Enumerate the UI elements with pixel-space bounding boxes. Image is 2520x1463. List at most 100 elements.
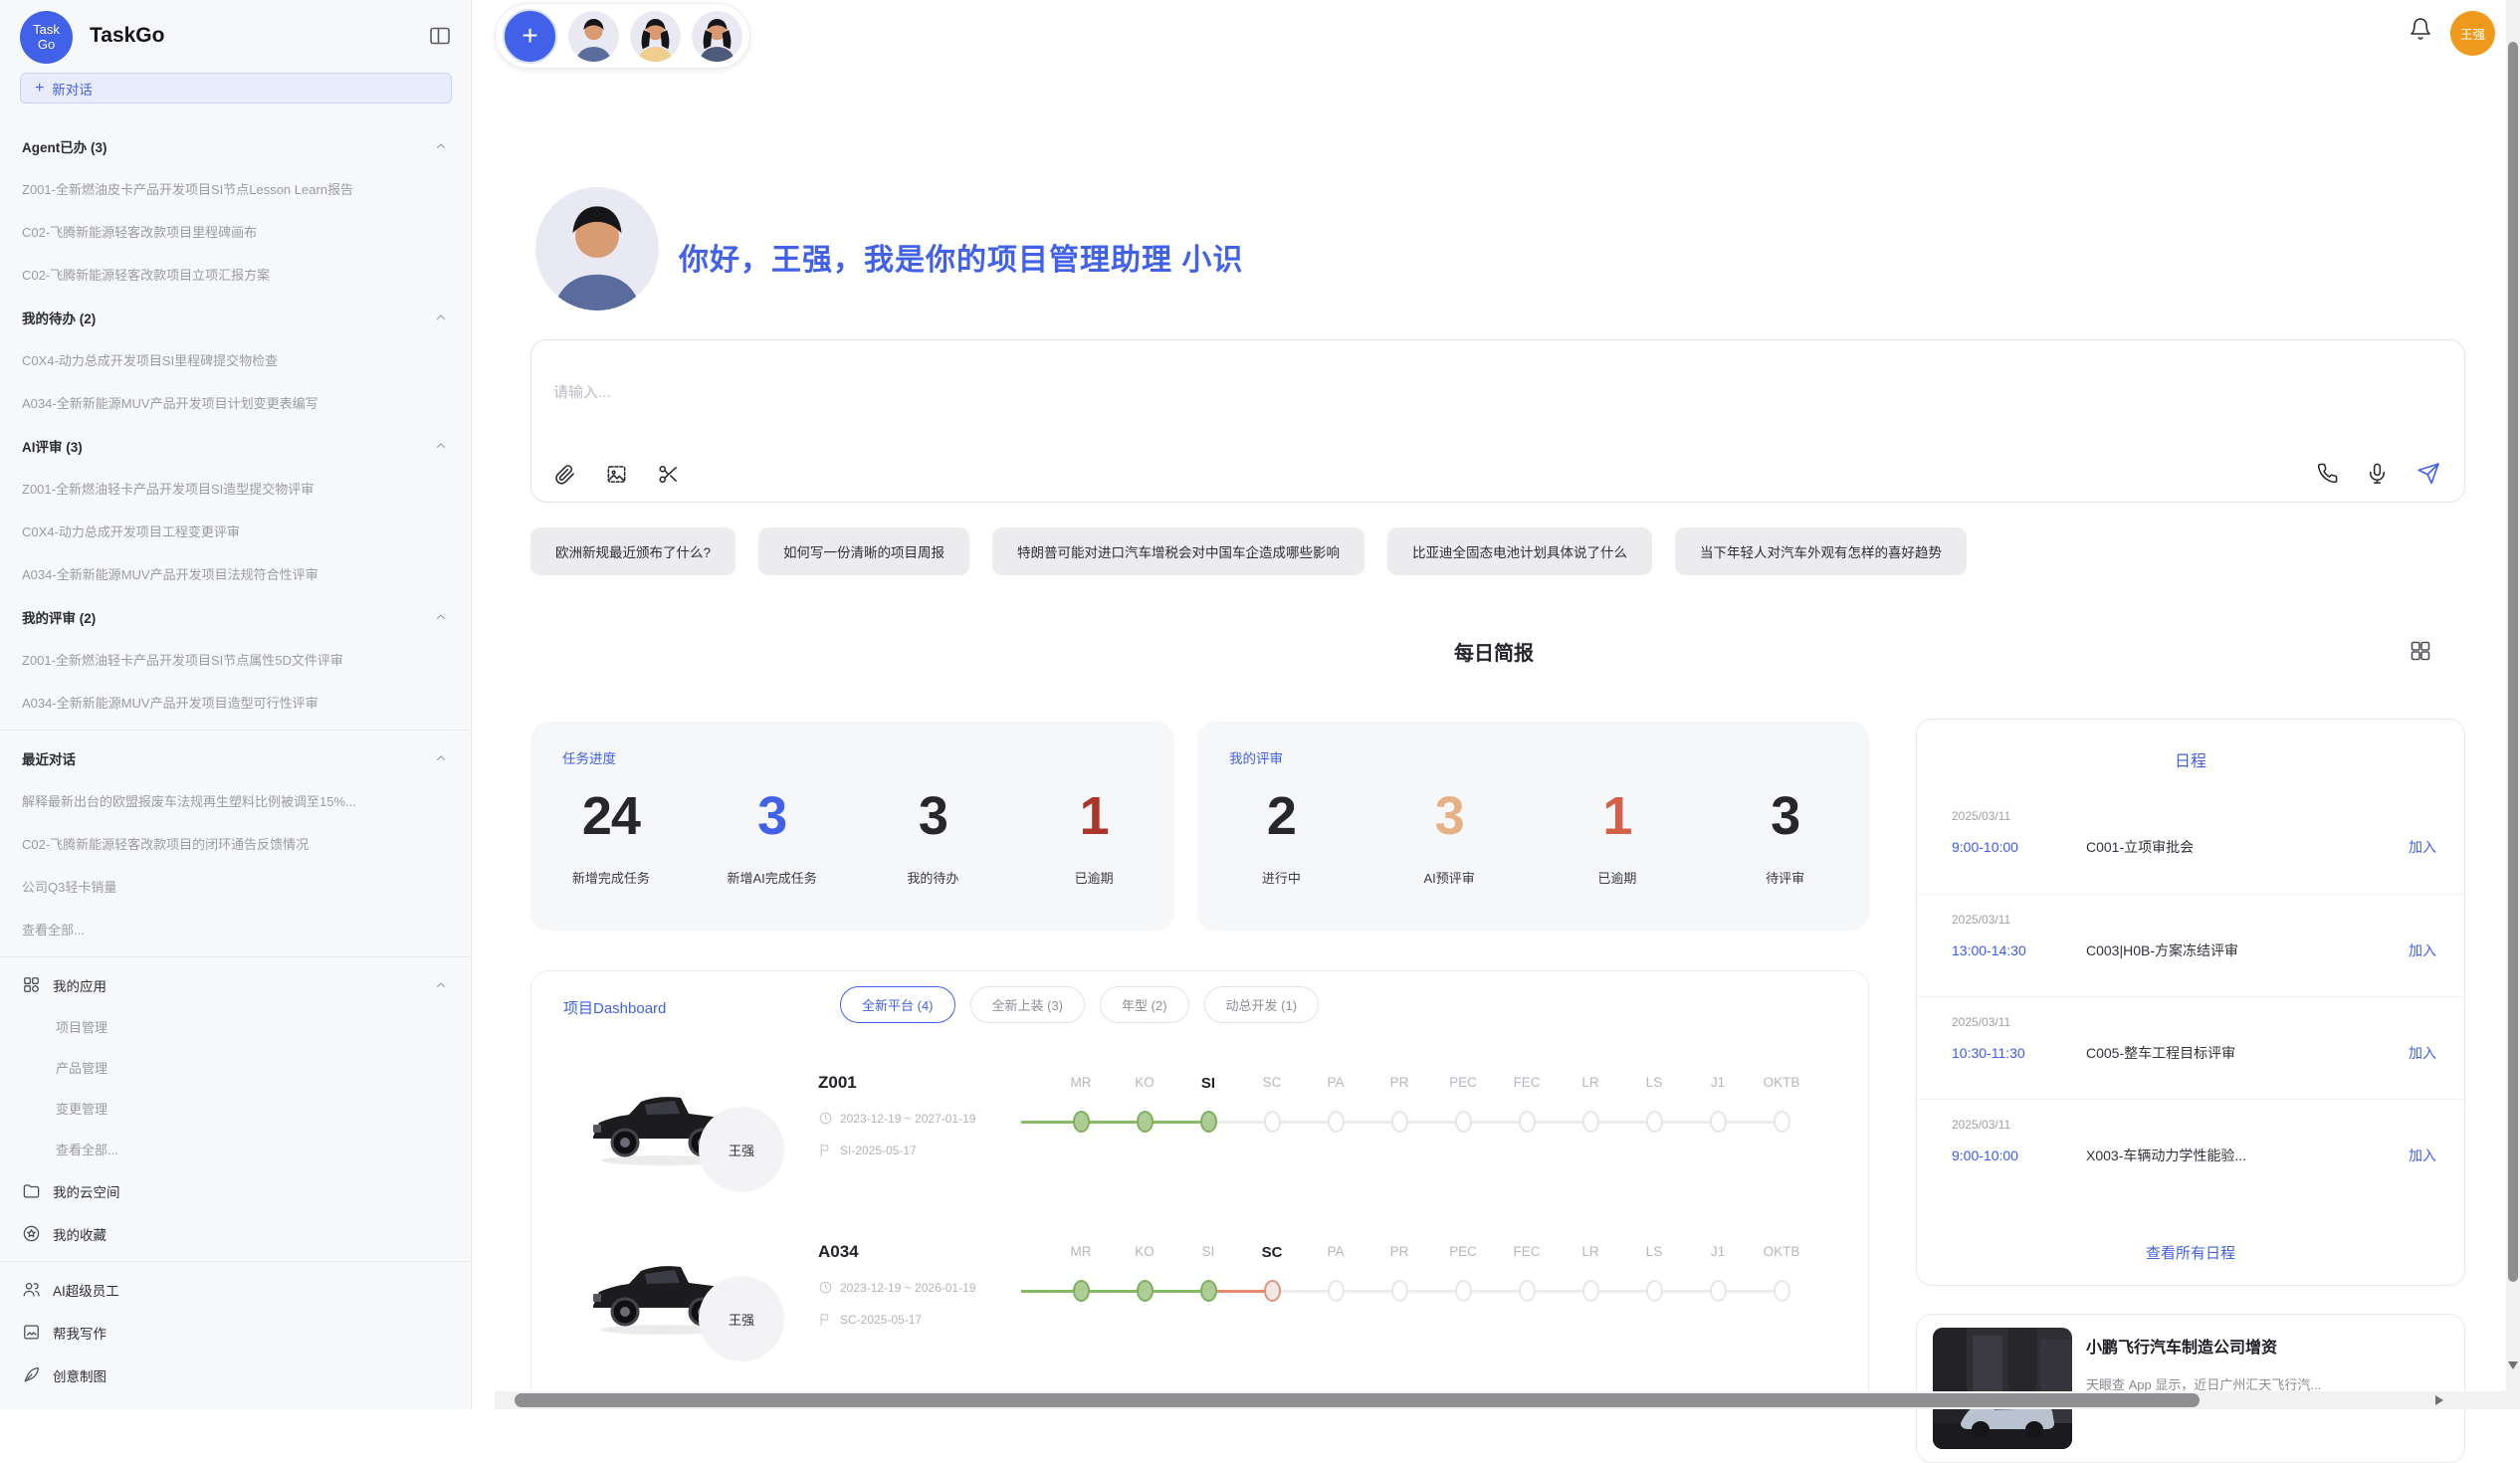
user-avatar[interactable]: 王强 (2450, 11, 2495, 56)
sidebar-item-people-icon[interactable]: AI超级员工 (22, 1268, 448, 1311)
sidebar-task-item[interactable]: C02-飞腾新能源轻客改款项目里程碑画布 (22, 210, 448, 253)
composer[interactable] (530, 339, 2465, 503)
schedule-entry-date: 2025/03/11 (1952, 1118, 2436, 1132)
microphone-icon[interactable] (2366, 462, 2389, 485)
schedule-join-link[interactable]: 加入 (2399, 837, 2436, 857)
schedule-entry-row: 10:30-11:30C005-整车工程目标评审加入 (1952, 1043, 2436, 1063)
schedule-entry[interactable]: 2025/03/119:00-10:00C001-立项审批会加入 (1917, 791, 2464, 894)
sidebar-app-item[interactable]: 产品管理 (22, 1047, 448, 1088)
sidebar-app-item[interactable]: 项目管理 (22, 1006, 448, 1047)
attachment-icon[interactable] (553, 463, 576, 486)
briefing-layout-icon[interactable] (2409, 639, 2432, 663)
dashboard-tab[interactable]: 动总开发 (1) (1204, 986, 1320, 1023)
flag-icon (818, 1143, 833, 1157)
project-date-range: 2023-12-19 ~ 2026-01-19 (818, 1280, 975, 1295)
vertical-scrollbar-thumb[interactable] (2508, 42, 2518, 1282)
scroll-right-arrow-icon[interactable] (2435, 1395, 2443, 1405)
sidebar-item-label: 我的收藏 (53, 1224, 106, 1244)
dashboard-tab[interactable]: 年型 (2) (1100, 986, 1189, 1023)
assistant-avatar-1[interactable] (568, 11, 619, 62)
sidebar-recent-item[interactable]: C02-飞腾新能源轻客改款项目的闭环通告反馈情况 (22, 822, 448, 865)
composer-input[interactable] (553, 384, 1350, 401)
sidebar-task-item[interactable]: C0X4-动力总成开发项目SI里程碑提交物检查 (22, 338, 448, 381)
milestone-dot (1328, 1111, 1345, 1133)
news-card[interactable]: 小鹏飞行汽车制造公司增资 天眼查 App 显示，近日广州汇天飞行汽... (1916, 1314, 2465, 1463)
schedule-join-link[interactable]: 加入 (2399, 1043, 2436, 1063)
milestone-dot (1710, 1111, 1727, 1133)
stat-label: 已逾期 (1597, 868, 1636, 887)
project-milestone-timeline: MRKOSISCPAPRPECFECLRLSJ1OKTB (1049, 1065, 1813, 1133)
sidebar-item-draw-icon[interactable]: 创意制图 (22, 1354, 448, 1396)
sidebar-task-item[interactable]: C0X4-动力总成开发项目工程变更评审 (22, 510, 448, 552)
sidebar-app-item[interactable]: 变更管理 (22, 1088, 448, 1129)
sidebar-recent-more-link[interactable]: 查看全部... (22, 908, 448, 950)
sidebar-task-item[interactable]: Z001-全新燃油轻卡产品开发项目SI造型提交物评审 (22, 467, 448, 510)
sidebar-item-label: 我的应用 (53, 975, 106, 995)
stat-cell: 2进行中 (1197, 787, 1365, 931)
sidebar-task-item[interactable]: Z001-全新燃油皮卡产品开发项目SI节点Lesson Learn报告 (22, 167, 448, 210)
stat-row: 24新增完成任务3新增AI完成任务3我的待办1已逾期 (530, 787, 1174, 931)
sidebar-task-item[interactable]: Z001-全新燃油轻卡产品开发项目SI节点属性5D文件评审 (22, 638, 448, 681)
phone-icon[interactable] (2316, 462, 2339, 485)
schedule-join-link[interactable]: 加入 (2399, 1146, 2436, 1165)
sidebar-item-folder-icon[interactable]: 我的云空间 (22, 1169, 448, 1212)
add-assistant-button[interactable]: + (503, 9, 557, 64)
scissors-icon[interactable] (657, 463, 680, 486)
chevron-up-icon (434, 610, 448, 624)
project-row-A034[interactable]: 王强A0342023-12-19 ~ 2026-01-19SC-2025-05-… (531, 1234, 1868, 1391)
schedule-join-link[interactable]: 加入 (2399, 940, 2436, 960)
sidebar-recent-item[interactable]: 解释最新出台的欧盟报废车法规再生塑料比例被调至15%... (22, 779, 448, 822)
horizontal-scrollbar-thumb[interactable] (515, 1393, 2200, 1407)
write-icon (22, 1323, 41, 1342)
sidebar-item-my-apps[interactable]: 我的应用 (22, 963, 448, 1006)
schedule-entry[interactable]: 2025/03/119:00-10:00X003-车辆动力学性能验...加入 (1917, 1099, 2464, 1201)
scroll-down-arrow-icon[interactable] (2508, 1361, 2518, 1369)
sidebar-item-star-icon[interactable]: 我的收藏 (22, 1212, 448, 1255)
sidebar-task-item[interactable]: C02-飞腾新能源轻客改款项目立项汇报方案 (22, 253, 448, 296)
view-all-schedule-link[interactable]: 查看所有日程 (1917, 1242, 2464, 1263)
sidebar-task-item[interactable]: A034-全新新能源MUV产品开发项目造型可行性评审 (22, 681, 448, 724)
schedule-entry[interactable]: 2025/03/1113:00-14:30C003|H0B-方案冻结评审加入 (1917, 894, 2464, 996)
new-chat-button[interactable]: + 新对话 (20, 73, 452, 104)
milestone-label: OKTB (1764, 1244, 1800, 1264)
assistant-avatar-2[interactable] (630, 11, 681, 62)
project-flag-milestone: SI-2025-05-17 (818, 1143, 917, 1157)
sidebar-item-label: 我的云空间 (53, 1181, 120, 1201)
vertical-scrollbar[interactable] (2506, 0, 2520, 1409)
send-icon[interactable] (2415, 461, 2440, 486)
notification-bell-icon[interactable] (2409, 17, 2432, 41)
sidebar-group-title[interactable]: 我的评审 (2) (22, 595, 448, 638)
sidebar-recent-item[interactable]: 公司Q3轻卡销量 (22, 865, 448, 908)
assistant-avatar-3[interactable] (692, 11, 742, 62)
image-icon[interactable] (605, 463, 628, 486)
sidebar-task-item[interactable]: A034-全新新能源MUV产品开发项目法规符合性评审 (22, 552, 448, 595)
suggestion-chip[interactable]: 比亚迪全固态电池计划具体说了什么 (1387, 527, 1652, 575)
sidebar-item-write-icon[interactable]: 帮我写作 (22, 1311, 448, 1354)
suggestion-chip[interactable]: 特朗普可能对进口汽车增税会对中国车企造成哪些影响 (992, 527, 1365, 575)
sidebar-app-item[interactable]: 查看全部... (22, 1129, 448, 1169)
sidebar-group-title-recent[interactable]: 最近对话 (22, 736, 448, 779)
schedule-entry-time: 10:30-11:30 (1952, 1045, 2086, 1061)
sidebar-group-title[interactable]: AI评审 (3) (22, 424, 448, 467)
sidebar-group-title[interactable]: Agent已办 (3) (22, 124, 448, 167)
suggestion-chip[interactable]: 当下年轻人对汽车外观有怎样的喜好趋势 (1675, 527, 1967, 575)
project-row-Z001[interactable]: 王强Z0012023-12-19 ~ 2027-01-19SI-2025-05-… (531, 1065, 1868, 1222)
schedule-entry-time: 9:00-10:00 (1952, 1148, 2086, 1163)
dashboard-tab[interactable]: 全新上装 (3) (970, 986, 1086, 1023)
composer-right-icons (2316, 461, 2440, 486)
logo-line2: Go (38, 38, 55, 53)
dashboard-tab[interactable]: 全新平台 (4) (840, 986, 955, 1023)
milestone-label: FEC (1514, 1075, 1541, 1095)
sidebar-collapse-icon[interactable] (428, 24, 452, 48)
sidebar-item-label: 创意制图 (53, 1365, 106, 1385)
sidebar-task-item[interactable]: A034-全新新能源MUV产品开发项目计划变更表编写 (22, 381, 448, 424)
suggestion-chip[interactable]: 欧洲新规最近颁布了什么? (530, 527, 735, 575)
suggestion-chip[interactable]: 如何写一份清晰的项目周报 (758, 527, 969, 575)
horizontal-scrollbar[interactable] (495, 1391, 2506, 1409)
schedule-entry[interactable]: 2025/03/1110:30-11:30C005-整车工程目标评审加入 (1917, 996, 2464, 1099)
sidebar-group-title[interactable]: 我的待办 (2) (22, 296, 448, 338)
app-logo: Task Go (20, 11, 73, 64)
project-flag-milestone: SC-2025-05-17 (818, 1312, 922, 1327)
project-code: A034 (818, 1242, 859, 1262)
milestone-dot (1264, 1280, 1281, 1302)
